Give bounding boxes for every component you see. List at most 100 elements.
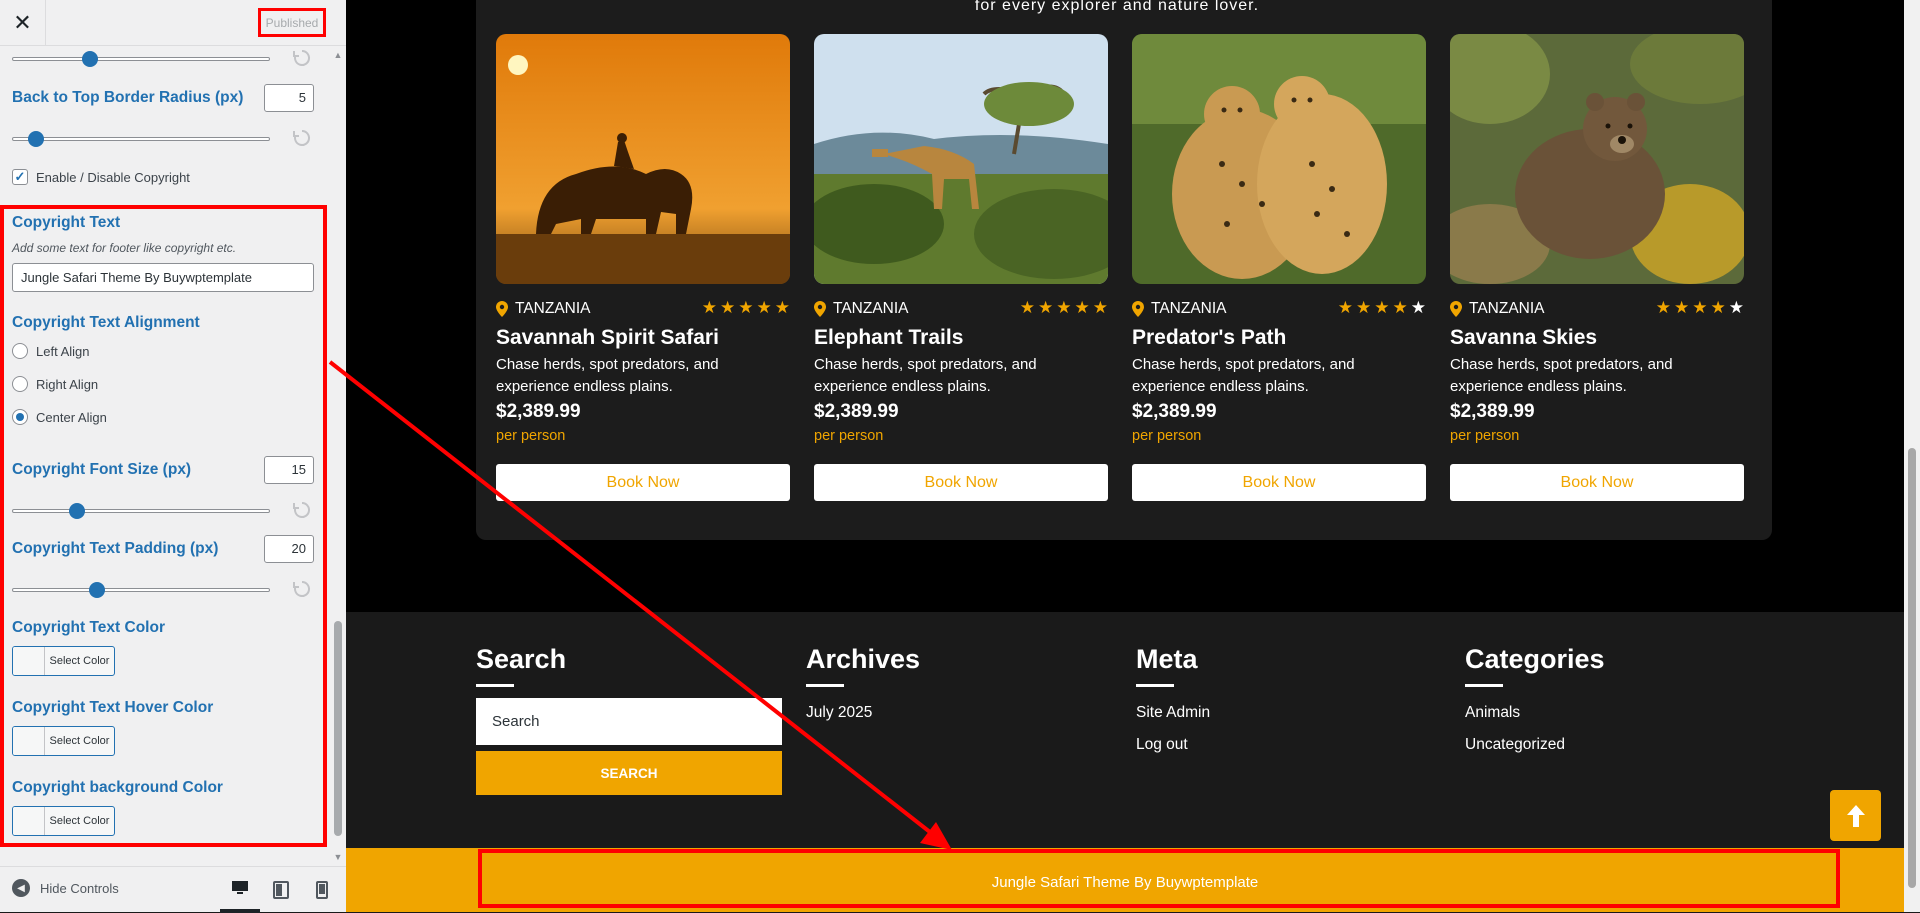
hide-controls-label: Hide Controls <box>40 880 119 896</box>
alignment-label: Copyright Text Alignment <box>12 314 200 331</box>
hover-color-picker-button[interactable]: Select Color <box>12 726 115 756</box>
location-text: TANZANIA <box>1151 300 1227 317</box>
tour-title[interactable]: Savannah Spirit Safari <box>496 326 719 350</box>
back-to-top-radius-input[interactable]: 5 <box>264 84 314 112</box>
mobile-preview-button[interactable] <box>302 867 342 913</box>
align-center-option[interactable]: Center Align <box>12 409 107 425</box>
back-to-top-button[interactable] <box>1830 790 1881 841</box>
tour-title[interactable]: Predator's Path <box>1132 326 1286 350</box>
tours-section: for every explorer and nature lover. TAN… <box>476 0 1772 540</box>
scroll-up-icon[interactable]: ▲ <box>333 50 343 60</box>
copyright-text-label: Copyright Text <box>12 214 121 231</box>
categories-widget-title: Categories <box>1465 644 1605 687</box>
meta-link-site-admin[interactable]: Site Admin <box>1136 704 1210 722</box>
rating-stars: ★ ★ ★ ★ ★ <box>1656 298 1744 318</box>
scrollbar-thumb[interactable] <box>334 621 342 836</box>
book-now-button[interactable]: Book Now <box>496 464 790 501</box>
star-filled-icon: ★ <box>1356 298 1372 317</box>
archives-widget-title: Archives <box>806 644 921 687</box>
hover-color-label: Copyright Text Hover Color <box>12 699 214 716</box>
padding-slider[interactable] <box>12 582 270 598</box>
star-filled-icon: ★ <box>1056 298 1072 317</box>
radio-button[interactable] <box>12 343 28 359</box>
tour-description: Chase herds, spot predators, and experie… <box>1450 356 1673 395</box>
bg-color-label: Copyright background Color <box>12 779 223 796</box>
slider-thumb[interactable] <box>28 131 45 147</box>
tour-image-giraffe[interactable] <box>814 34 1108 284</box>
scrollbar-thumb[interactable] <box>1908 448 1916 888</box>
radio-button[interactable] <box>12 376 28 392</box>
align-right-option[interactable]: Right Align <box>12 376 98 392</box>
radio-label: Center Align <box>36 409 107 425</box>
tour-image-cheetahs[interactable] <box>1132 34 1426 284</box>
tour-image-bear[interactable] <box>1450 34 1744 284</box>
category-link-uncategorized[interactable]: Uncategorized <box>1465 736 1565 754</box>
panel-scrollbar[interactable]: ▲ ▼ <box>330 46 346 866</box>
font-size-input[interactable]: 15 <box>264 456 314 484</box>
tour-title[interactable]: Elephant Trails <box>814 326 963 350</box>
back-to-top-radius-slider[interactable] <box>12 131 270 147</box>
price-unit: per person <box>814 428 884 444</box>
prev-setting-slider[interactable] <box>12 51 270 67</box>
book-now-button[interactable]: Book Now <box>1450 464 1744 501</box>
close-icon: ✕ <box>13 10 32 35</box>
text-color-picker-button[interactable]: Select Color <box>12 646 115 676</box>
star-filled-icon: ★ <box>1038 298 1054 317</box>
meta-link-log-out[interactable]: Log out <box>1136 736 1188 754</box>
publish-status-button[interactable]: Published <box>258 8 326 37</box>
reset-icon[interactable] <box>292 48 312 68</box>
category-link-animals[interactable]: Animals <box>1465 704 1520 722</box>
section-tagline: for every explorer and nature lover. <box>974 0 1260 14</box>
reset-icon[interactable] <box>292 128 312 148</box>
copyright-text-input[interactable]: Jungle Safari Theme By Buywptemplate <box>12 263 314 292</box>
star-filled-icon: ★ <box>774 298 790 317</box>
slider-thumb[interactable] <box>81 51 98 67</box>
tour-description: Chase herds, spot predators, and experie… <box>1132 356 1355 395</box>
tour-image-elephant-sunset[interactable] <box>496 34 790 284</box>
close-customizer-button[interactable]: ✕ <box>0 0 46 46</box>
reset-icon[interactable] <box>292 500 312 520</box>
tour-description: Chase herds, spot predators, and experie… <box>814 356 1037 395</box>
tour-location: TANZANIA <box>496 300 591 318</box>
archive-link[interactable]: July 2025 <box>806 704 872 722</box>
tour-card: TANZANIA ★ ★ ★ ★ ★ Predator's Path Chase her… <box>1132 34 1426 501</box>
bg-color-picker-button[interactable]: Select Color <box>12 806 115 836</box>
book-now-button[interactable]: Book Now <box>814 464 1108 501</box>
tour-price: $2,389.99 <box>1450 401 1535 422</box>
footer-search-input[interactable]: Search <box>476 698 782 745</box>
preview-scrollbar[interactable] <box>1904 0 1920 912</box>
location-pin-icon <box>814 301 826 317</box>
select-color-label: Select Color <box>49 815 110 827</box>
search-widget-title: Search <box>476 644 567 687</box>
scroll-down-icon[interactable]: ▼ <box>333 852 343 862</box>
book-now-button[interactable]: Book Now <box>1132 464 1426 501</box>
tour-title[interactable]: Savanna Skies <box>1450 326 1597 350</box>
slider-thumb[interactable] <box>69 503 85 519</box>
rating-stars: ★ ★ ★ ★ ★ <box>1020 298 1108 318</box>
tablet-preview-button[interactable] <box>261 867 301 913</box>
radio-button[interactable] <box>12 409 28 425</box>
font-size-slider[interactable] <box>12 503 270 519</box>
text-color-label: Copyright Text Color <box>12 619 165 636</box>
location-pin-icon <box>1450 301 1462 317</box>
price-unit: per person <box>1450 428 1520 444</box>
star-filled-icon: ★ <box>1674 298 1690 317</box>
desktop-preview-button[interactable] <box>220 867 260 913</box>
location-pin-icon <box>1132 301 1144 317</box>
enable-copyright-checkbox[interactable]: ✓ <box>12 169 28 185</box>
hide-controls-button[interactable]: ◀ Hide Controls <box>12 879 119 897</box>
reset-icon[interactable] <box>292 579 312 599</box>
desktop-icon <box>232 881 248 894</box>
align-left-option[interactable]: Left Align <box>12 343 90 359</box>
tablet-icon <box>273 881 289 899</box>
star-filled-icon: ★ <box>756 298 772 317</box>
padding-input[interactable]: 20 <box>264 535 314 563</box>
star-filled-icon: ★ <box>1374 298 1390 317</box>
enable-copyright-row[interactable]: ✓ Enable / Disable Copyright <box>12 169 190 185</box>
meta-widget-title: Meta <box>1136 644 1198 687</box>
star-filled-icon: ★ <box>1092 298 1108 317</box>
rating-stars: ★ ★ ★ ★ ★ <box>702 298 790 318</box>
footer-search-button[interactable]: SEARCH <box>476 751 782 795</box>
tour-card: TANZANIA ★ ★ ★ ★ ★ Savannah Spirit Safari Ch… <box>496 34 790 501</box>
slider-thumb[interactable] <box>89 582 106 598</box>
